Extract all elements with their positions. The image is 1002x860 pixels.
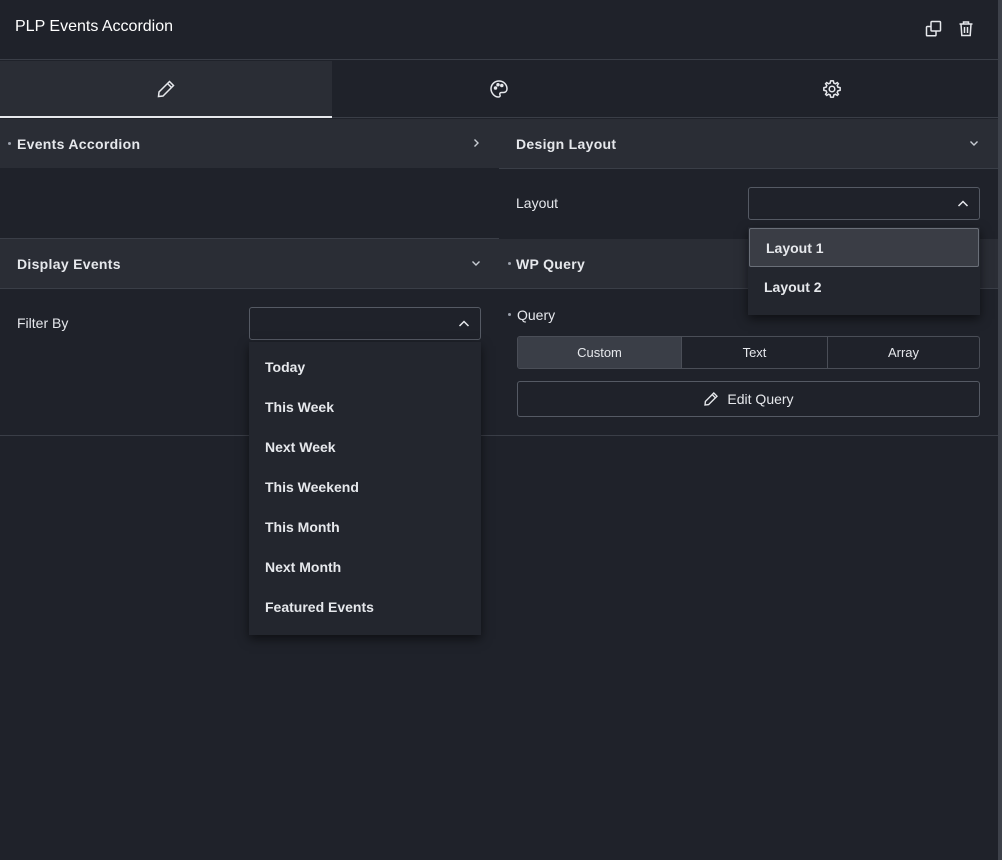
dropdown-option[interactable]: Today bbox=[249, 347, 481, 387]
pencil-icon bbox=[157, 80, 175, 98]
dropdown-option[interactable]: This Week bbox=[249, 387, 481, 427]
dropdown-option[interactable]: Next Week bbox=[249, 427, 481, 467]
layout-select[interactable] bbox=[748, 187, 980, 220]
dropdown-option[interactable]: Next Month bbox=[249, 547, 481, 587]
section-label: Display Events bbox=[17, 256, 121, 272]
chevron-down-icon bbox=[472, 261, 480, 266]
dropdown-option[interactable]: Layout 2 bbox=[748, 267, 980, 307]
scrollbar[interactable] bbox=[998, 0, 1002, 860]
layout-dropdown: Layout 1 Layout 2 bbox=[748, 227, 980, 315]
panel-title: PLP Events Accordion bbox=[15, 18, 174, 35]
divider bbox=[499, 168, 998, 169]
query-dot bbox=[508, 313, 511, 316]
tab-style[interactable] bbox=[332, 61, 666, 117]
gear-icon bbox=[823, 80, 841, 98]
duplicate-icon[interactable] bbox=[923, 18, 943, 38]
chevron-up-icon bbox=[957, 200, 969, 207]
segment-array[interactable]: Array bbox=[828, 337, 979, 368]
segment-text[interactable]: Text bbox=[682, 337, 828, 368]
tab-advanced[interactable] bbox=[666, 61, 998, 117]
query-type-toggle: Custom Text Array bbox=[517, 336, 980, 369]
pencil-icon bbox=[704, 392, 719, 406]
chevron-down-icon bbox=[970, 141, 978, 146]
query-label: Query bbox=[517, 307, 556, 323]
tab-content[interactable] bbox=[0, 61, 332, 118]
section-display-events[interactable]: Display Events bbox=[0, 239, 499, 288]
section-events-accordion[interactable]: Events Accordion bbox=[0, 119, 499, 168]
chevron-up-icon bbox=[458, 320, 470, 327]
dropdown-option[interactable]: Featured Events bbox=[249, 587, 481, 627]
dropdown-option[interactable]: Layout 1 bbox=[749, 228, 979, 267]
layout-label: Layout bbox=[516, 195, 559, 211]
section-label: Events Accordion bbox=[17, 136, 141, 152]
filter-by-label: Filter By bbox=[17, 315, 69, 331]
filter-by-select[interactable] bbox=[249, 307, 481, 340]
filter-dropdown: Today This Week Next Week This Weekend T… bbox=[249, 342, 481, 635]
section-dot bbox=[508, 262, 511, 265]
trash-icon[interactable] bbox=[956, 18, 976, 38]
chevron-right-icon bbox=[474, 139, 479, 147]
edit-query-button[interactable]: Edit Query bbox=[517, 381, 980, 417]
segment-custom[interactable]: Custom bbox=[518, 337, 682, 368]
section-label: WP Query bbox=[516, 256, 586, 272]
panel-header: PLP Events Accordion bbox=[0, 0, 998, 60]
section-dot bbox=[8, 142, 11, 145]
palette-icon bbox=[490, 80, 508, 98]
divider bbox=[0, 435, 998, 436]
section-design-layout[interactable]: Design Layout bbox=[499, 119, 998, 168]
editor-tabs bbox=[0, 61, 998, 118]
dropdown-option[interactable]: This Month bbox=[249, 507, 481, 547]
edit-query-label: Edit Query bbox=[727, 391, 794, 407]
section-label: Design Layout bbox=[516, 136, 617, 152]
dropdown-option[interactable]: This Weekend bbox=[249, 467, 481, 507]
